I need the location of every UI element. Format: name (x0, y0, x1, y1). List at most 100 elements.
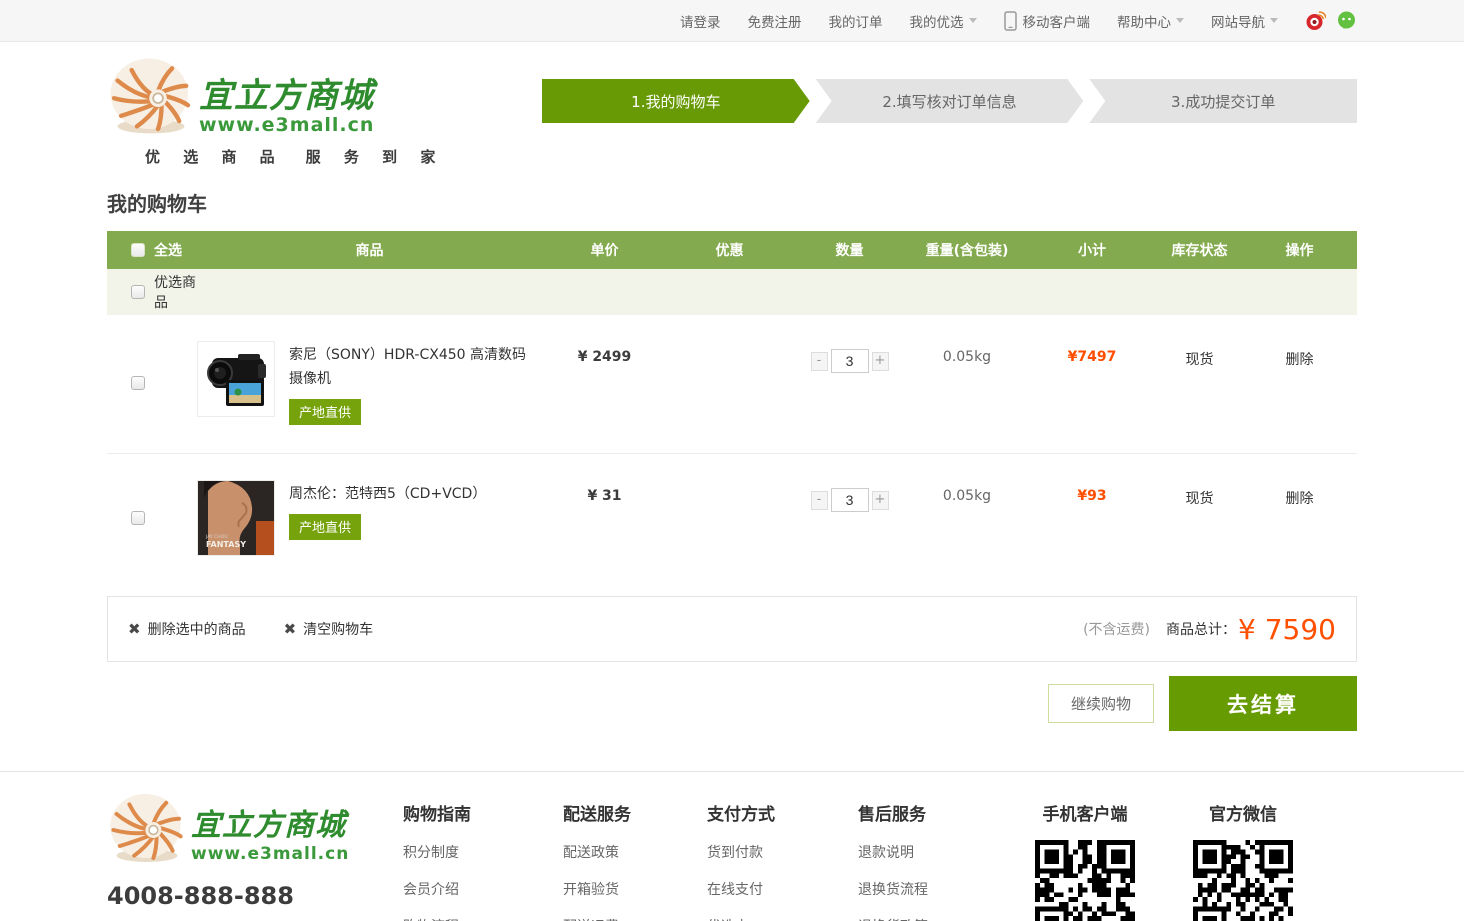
product-title[interactable]: 索尼（SONY）HDR-CX450 高清数码摄像机 (289, 341, 539, 391)
site-title: 宜立方商城 (191, 808, 349, 844)
item-checkbox[interactable] (131, 511, 145, 525)
stock-status: 现货 (1186, 491, 1214, 507)
item-subtotal: ¥93 (1077, 488, 1106, 504)
footer-link[interactable]: 优选卡 (707, 916, 858, 921)
chevron-down-icon (1176, 18, 1184, 23)
step-cart: 1.我的购物车 (542, 79, 810, 123)
footer-link[interactable]: 退款说明 (858, 842, 1035, 862)
footer-link[interactable]: 退换货政策 (858, 916, 1035, 921)
column-stock-status: 库存状态 (1157, 240, 1242, 260)
footer-link[interactable]: 货到付款 (707, 842, 858, 862)
stock-status: 现货 (1186, 352, 1214, 368)
footer-logo[interactable]: 宜立方商城 www.e3mall.cn (107, 790, 403, 866)
footer-link[interactable]: 积分制度 (403, 842, 563, 862)
cart-item-row: 索尼（SONY）HDR-CX450 高清数码摄像机 产地直供 ¥ 2499 - … (107, 315, 1357, 453)
top-utility-bar: 请登录 免费注册 我的订单 我的优选 移动客户端 帮助中心 网站导航 (0, 0, 1464, 42)
footer-brand: 宜立方商城 www.e3mall.cn 4008-888-888 周一至周日 8… (107, 790, 403, 921)
step-order-submitted: 3.成功提交订单 (1089, 79, 1357, 123)
mobile-phone-icon (1004, 11, 1017, 31)
footer-column-title: 支付方式 (707, 800, 858, 825)
increase-quantity-button[interactable]: + (872, 352, 889, 371)
item-checkbox[interactable] (131, 376, 145, 390)
item-subtotal: ¥7497 (1068, 349, 1117, 365)
decrease-quantity-button[interactable]: - (811, 352, 828, 371)
register-link[interactable]: 免费注册 (748, 11, 802, 31)
help-center-menu[interactable]: 帮助中心 (1117, 11, 1184, 31)
footer-column-title: 售后服务 (858, 800, 1035, 825)
site-nav-label: 网站导航 (1211, 11, 1265, 31)
chevron-down-icon (1270, 18, 1278, 23)
unit-price: ¥ 2499 (578, 349, 632, 365)
step-confirm-order: 2.填写核对订单信息 (816, 79, 1084, 123)
qr-title: 官方微信 (1193, 800, 1293, 825)
service-phone: 4008-888-888 (107, 882, 403, 910)
cart-group-row: 优选商品 (107, 269, 1357, 315)
select-all-label: 全选 (154, 240, 182, 260)
site-nav-menu[interactable]: 网站导航 (1211, 11, 1278, 31)
x-icon: ✖ (128, 620, 141, 638)
qr-code (1035, 840, 1135, 921)
total-label: 商品总计： (1166, 619, 1236, 639)
footer-link[interactable]: 开箱验货 (563, 879, 707, 899)
my-select-label: 我的优选 (910, 11, 964, 31)
column-quantity: 数量 (792, 240, 907, 260)
cart-summary-bar: ✖ 删除选中的商品 ✖ 清空购物车 (不含运费) 商品总计： ¥ 7590 (107, 596, 1357, 662)
delete-item-link[interactable]: 删除 (1286, 491, 1314, 507)
increase-quantity-button[interactable]: + (872, 491, 889, 510)
footer-link[interactable]: 配送运费 (563, 916, 707, 921)
delete-item-link[interactable]: 删除 (1286, 352, 1314, 368)
unit-price: ¥ 31 (587, 488, 621, 504)
weibo-icon[interactable] (1305, 10, 1326, 31)
product-image-camcorder[interactable] (197, 341, 275, 417)
svg-text:JAY CHOU: JAY CHOU (205, 534, 228, 540)
footer: 宜立方商城 www.e3mall.cn 4008-888-888 周一至周日 8… (0, 771, 1464, 921)
logo[interactable]: 宜立方商城 www.e3mall.cn 优 选 商 品服 务 到 家 (107, 54, 444, 167)
cart-item-row: FANTASY JAY CHOU 周杰伦：范特西5（CD+VCD） 产地直供 ¥… (107, 453, 1357, 584)
footer-column-after-sales: 售后服务 退款说明 退换货流程 退换货政策 隐私条款 (858, 790, 1035, 921)
product-image-album[interactable]: FANTASY JAY CHOU (197, 480, 275, 556)
my-orders-link[interactable]: 我的订单 (829, 11, 883, 31)
cart-table-header: 全选 商品 单价 优惠 数量 重量(含包装) 小计 库存状态 操作 (107, 231, 1357, 269)
total-value: ¥ 7590 (1238, 613, 1336, 646)
product-title[interactable]: 周杰伦：范特西5（CD+VCD） (289, 480, 486, 506)
footer-link[interactable]: 退换货流程 (858, 879, 1035, 899)
select-all-checkbox[interactable] (131, 243, 145, 257)
continue-shopping-button[interactable]: 继续购物 (1048, 684, 1154, 723)
quantity-stepper: - + (811, 349, 889, 373)
delete-selected-link[interactable]: ✖ 删除选中的商品 (128, 619, 246, 639)
wechat-icon[interactable] (1336, 10, 1357, 31)
footer-column-title: 配送服务 (563, 800, 707, 825)
x-icon: ✖ (284, 620, 297, 638)
quantity-input[interactable] (831, 488, 869, 512)
my-select-menu[interactable]: 我的优选 (910, 11, 977, 31)
column-weight: 重量(含包装) (907, 240, 1027, 260)
decrease-quantity-button[interactable]: - (811, 491, 828, 510)
quantity-input[interactable] (831, 349, 869, 373)
column-discount: 优惠 (667, 240, 792, 260)
footer-qr-wechat: 官方微信 (1193, 790, 1293, 921)
footer-link[interactable]: 购物流程 (403, 916, 563, 921)
footer-qr-app: 手机客户端 (1035, 790, 1135, 921)
help-center-label: 帮助中心 (1117, 11, 1171, 31)
group-checkbox[interactable] (131, 285, 145, 299)
mobile-client-link[interactable]: 移动客户端 (1004, 11, 1091, 31)
site-url: www.e3mall.cn (191, 844, 349, 864)
shell-logo-image (107, 54, 195, 138)
shell-logo-image (107, 790, 187, 866)
site-header: 宜立方商城 www.e3mall.cn 优 选 商 品服 务 到 家 1.我的购… (107, 42, 1357, 168)
quantity-stepper: - + (811, 488, 889, 512)
footer-column-shopping-guide: 购物指南 积分制度 会员介绍 购物流程 常见问题 (403, 790, 563, 921)
qr-code (1193, 840, 1293, 921)
login-link[interactable]: 请登录 (680, 11, 721, 31)
discount-cell (667, 341, 792, 425)
column-unit-price: 单价 (542, 240, 667, 260)
clear-cart-link[interactable]: ✖ 清空购物车 (284, 619, 374, 639)
svg-text:FANTASY: FANTASY (206, 540, 246, 549)
footer-link[interactable]: 配送政策 (563, 842, 707, 862)
checkout-button[interactable]: 去结算 (1169, 676, 1357, 731)
checkout-progress-steps: 1.我的购物车 2.填写核对订单信息 3.成功提交订单 (542, 79, 1357, 123)
footer-link[interactable]: 会员介绍 (403, 879, 563, 899)
footer-link[interactable]: 在线支付 (707, 879, 858, 899)
site-tagline: 优 选 商 品服 务 到 家 (145, 146, 444, 167)
site-title: 宜立方商城 (199, 78, 374, 114)
